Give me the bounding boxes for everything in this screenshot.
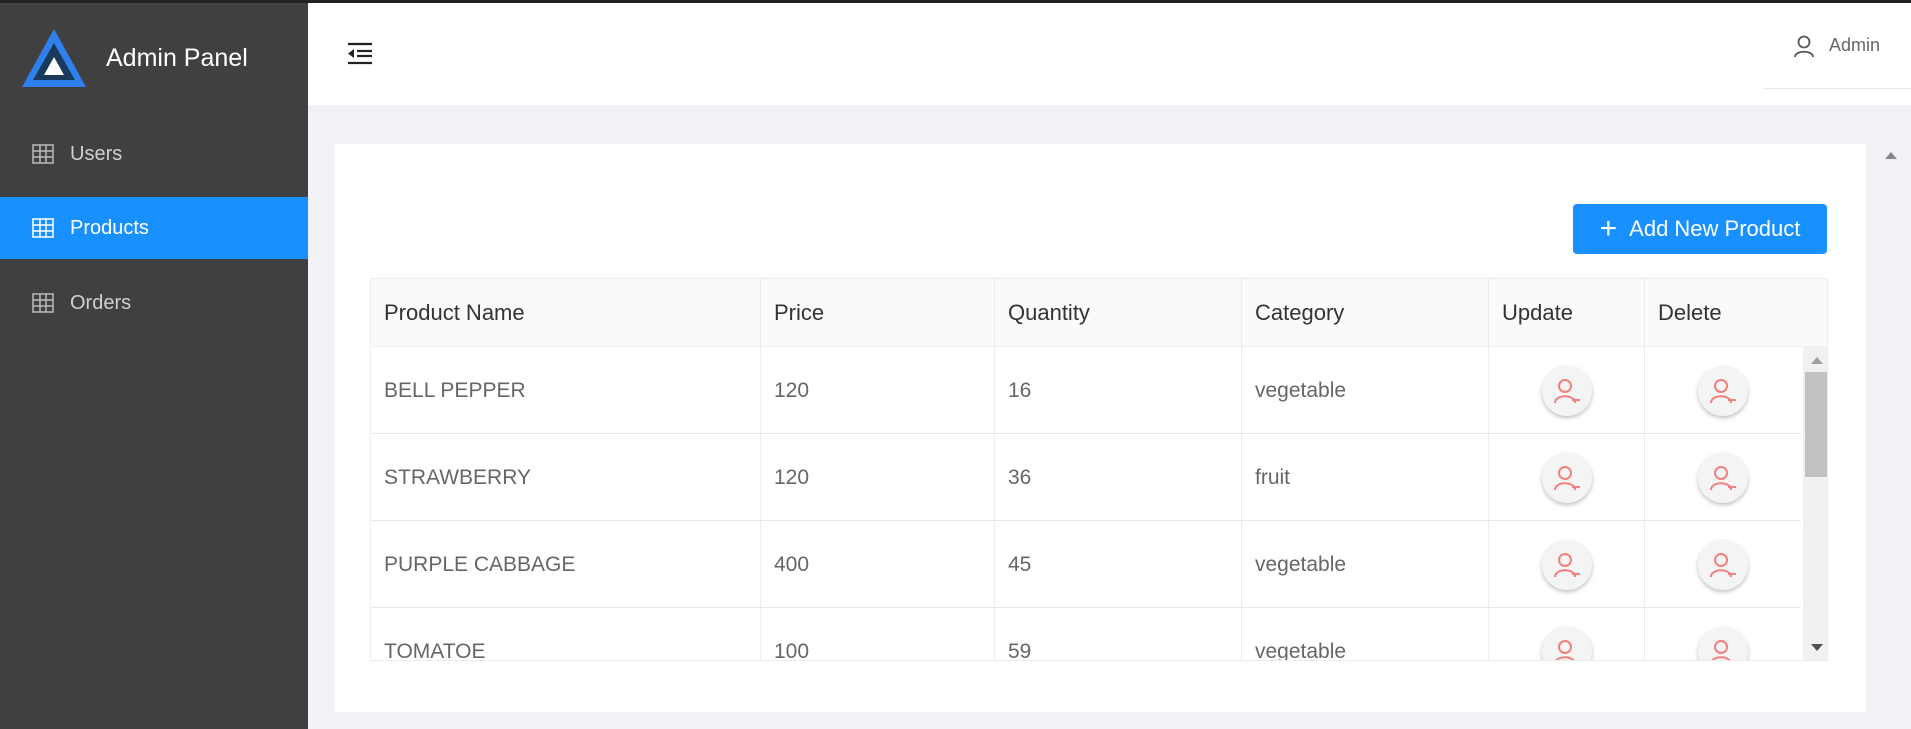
table-body: BELL PEPPER 120 16 vegetable STRAWBERRY … [371, 347, 1801, 660]
cell-quantity: 59 [995, 608, 1242, 660]
sidebar-item-users[interactable]: Users [0, 123, 308, 185]
user-delete-icon [1553, 378, 1580, 403]
menu-fold-icon[interactable] [346, 41, 374, 65]
sidebar-item-products[interactable]: Products [0, 197, 308, 259]
cell-update [1489, 347, 1645, 434]
user-delete-icon [1553, 465, 1580, 490]
update-button[interactable] [1541, 626, 1592, 660]
user-delete-icon [1711, 639, 1736, 660]
delete-button[interactable] [1698, 626, 1748, 660]
add-product-label: Add New Product [1629, 216, 1801, 241]
app-title: Admin Panel [106, 43, 248, 72]
update-button[interactable] [1541, 452, 1592, 503]
cell-category: vegetable [1242, 608, 1489, 660]
cell-delete [1645, 608, 1801, 660]
scroll-thumb[interactable] [1805, 372, 1827, 477]
products-table: Product Name Price Quantity Category Upd… [370, 278, 1828, 661]
cell-quantity: 36 [995, 434, 1242, 521]
column-header-update: Update [1489, 279, 1645, 347]
cell-quantity: 45 [995, 521, 1242, 608]
delete-button[interactable] [1698, 452, 1748, 503]
sidebar: Admin Panel Users Products Orders [0, 3, 308, 729]
table-icon [32, 218, 54, 238]
user-delete-icon [1710, 465, 1736, 490]
user-icon [1794, 35, 1814, 57]
sidebar-item-label: Orders [70, 291, 132, 314]
cell-category: vegetable [1242, 521, 1489, 608]
brand: Admin Panel [0, 3, 308, 113]
update-button[interactable] [1541, 365, 1592, 416]
sidebar-item-orders[interactable]: Orders [0, 272, 308, 334]
user-delete-icon [1554, 639, 1580, 660]
table-row: BELL PEPPER 120 16 vegetable [371, 347, 1801, 434]
logo-icon [22, 29, 86, 87]
table-row: STRAWBERRY 120 36 fruit [371, 434, 1801, 521]
cell-update [1489, 521, 1645, 608]
user-delete-icon [1710, 378, 1736, 403]
sidebar-item-label: Users [70, 142, 123, 165]
table-header: Product Name Price Quantity Category Upd… [371, 279, 1827, 347]
column-header-quantity: Quantity [995, 279, 1242, 347]
top-header: Admin [308, 3, 1911, 105]
user-delete-icon [1553, 552, 1580, 577]
table-row: TOMATOE 100 59 vegetable [371, 608, 1801, 660]
column-header-delete: Delete [1658, 300, 1722, 325]
add-product-button[interactable]: + Add New Product [1573, 204, 1827, 254]
user-delete-icon [1710, 552, 1736, 577]
cell-category: vegetable [1242, 347, 1489, 434]
scroll-up-arrow[interactable] [1811, 357, 1823, 364]
table-icon [32, 144, 54, 164]
cell-price: 120 [761, 347, 995, 434]
cell-category: fruit [1242, 434, 1489, 521]
table-row: PURPLE CABBAGE 400 45 vegetable [371, 521, 1801, 608]
user-menu[interactable]: Admin [1763, 3, 1911, 89]
cell-delete [1645, 521, 1801, 608]
page-scroll-up-arrow[interactable] [1885, 152, 1897, 159]
user-name: Admin [1829, 35, 1881, 55]
table-scrollbar[interactable] [1803, 347, 1827, 660]
plus-icon: + [1599, 212, 1618, 245]
column-header-price: Price [761, 279, 995, 347]
sidebar-item-label: Products [70, 216, 149, 239]
cell-product-name: BELL PEPPER [371, 347, 761, 434]
cell-product-name: PURPLE CABBAGE [371, 521, 761, 608]
cell-delete [1645, 434, 1801, 521]
delete-button[interactable] [1698, 539, 1748, 590]
column-header-category: Category [1242, 279, 1489, 347]
cell-product-name: STRAWBERRY [371, 434, 761, 521]
cell-delete [1645, 347, 1801, 434]
cell-update [1489, 608, 1645, 660]
cell-price: 120 [761, 434, 995, 521]
cell-price: 400 [761, 521, 995, 608]
cell-quantity: 16 [995, 347, 1242, 434]
cell-price: 100 [761, 608, 995, 660]
update-button[interactable] [1541, 539, 1592, 590]
cell-update [1489, 434, 1645, 521]
cell-product-name: TOMATOE [371, 608, 761, 660]
scroll-down-arrow[interactable] [1811, 644, 1823, 651]
table-icon [32, 293, 54, 313]
column-header-product-name: Product Name [371, 279, 761, 347]
delete-button[interactable] [1698, 365, 1748, 416]
